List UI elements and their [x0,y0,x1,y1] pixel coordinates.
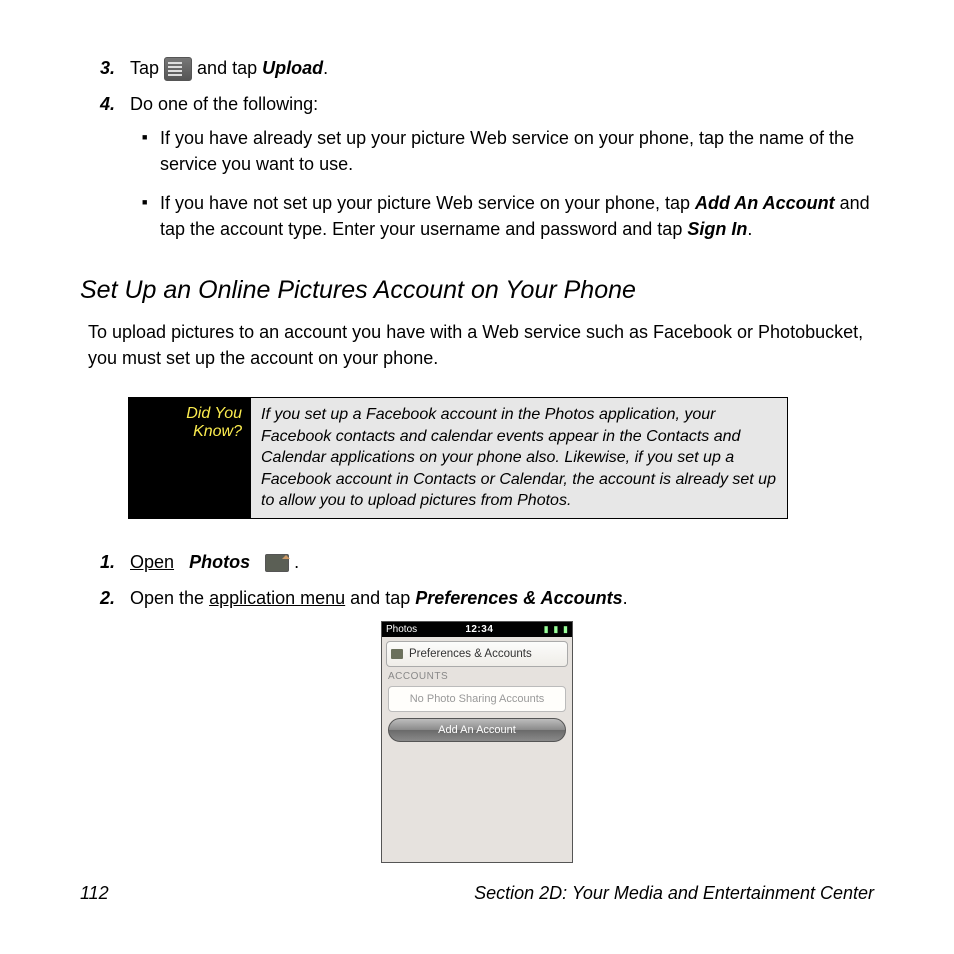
intro-paragraph: To upload pictures to an account you hav… [88,319,874,371]
app-name: Photos [189,552,250,572]
text: Do one of the following: [130,94,318,114]
step-number: 3. [100,55,130,81]
text: . [623,588,628,608]
bottom-steps: 1. Open Photos . 2. Open the application… [100,549,874,611]
bullet-item: If you have not set up your picture Web … [160,190,874,242]
step-number: 1. [100,549,130,575]
status-icons: ▮ ▮ ▮ [542,624,568,635]
action-label: Upload [262,58,323,78]
phone-menu-item: Preferences & Accounts [409,648,532,660]
phone-app-title: Photos [386,624,417,635]
step-body: Tap and tap Upload. [130,55,874,81]
text: . [747,219,752,239]
step-number: 2. [100,585,130,611]
text: . [289,552,299,572]
step-number: 4. [100,91,130,253]
battery-icon: ▮ [563,624,568,635]
phone-body-empty [382,742,572,862]
document-page: 3. Tap and tap Upload. 4. Do one of the … [0,0,954,954]
text: and tap [197,58,262,78]
photos-mini-icon [391,649,403,659]
step-body: Do one of the following: If you have alr… [130,91,874,253]
action-label: Sign In [687,219,747,239]
text: . [323,58,328,78]
section-heading: Set Up an Online Pictures Account on You… [80,276,874,305]
action-label: Preferences & Accounts [415,588,622,608]
text: If you have already set up your picture … [160,128,854,174]
text: and tap [345,588,415,608]
phone-section-label: ACCOUNTS [388,671,566,682]
signal-icon: ▮ [553,624,558,635]
phone-menu-card: Preferences & Accounts [386,641,568,667]
bullet-item: If you have already set up your picture … [160,125,874,177]
link-text: Open [130,552,174,572]
action-label: Add An Account [695,193,835,213]
page-number: 112 [80,883,109,904]
step-body: Open the application menu and tap Prefer… [130,585,874,611]
photos-app-icon [265,554,289,572]
did-you-know-box: Did You Know? If you set up a Facebook a… [128,397,788,519]
top-steps: 3. Tap and tap Upload. 4. Do one of the … [100,55,874,254]
phone-statusbar: Photos 12:34 ▮ ▮ ▮ [382,622,572,637]
add-account-button: Add An Account [388,718,566,742]
app-menu-icon [164,57,192,81]
sub-bullets: If you have already set up your picture … [130,125,874,241]
tip-label: Did You Know? [128,397,250,519]
text: Open the [130,588,209,608]
link-text: application menu [209,588,345,608]
phone-time: 12:34 [417,624,541,635]
phone-screenshot: Photos 12:34 ▮ ▮ ▮ Preferences & Account… [381,621,573,863]
text: If you have not set up your picture Web … [160,193,695,213]
wifi-icon: ▮ [544,624,549,635]
page-footer: 112 Section 2D: Your Media and Entertain… [80,883,874,904]
step-body: Open Photos . [130,549,874,575]
section-title: Section 2D: Your Media and Entertainment… [474,883,874,904]
text: Tap [130,58,164,78]
tip-body: If you set up a Facebook account in the … [250,397,788,519]
phone-empty-card: No Photo Sharing Accounts [388,686,566,712]
